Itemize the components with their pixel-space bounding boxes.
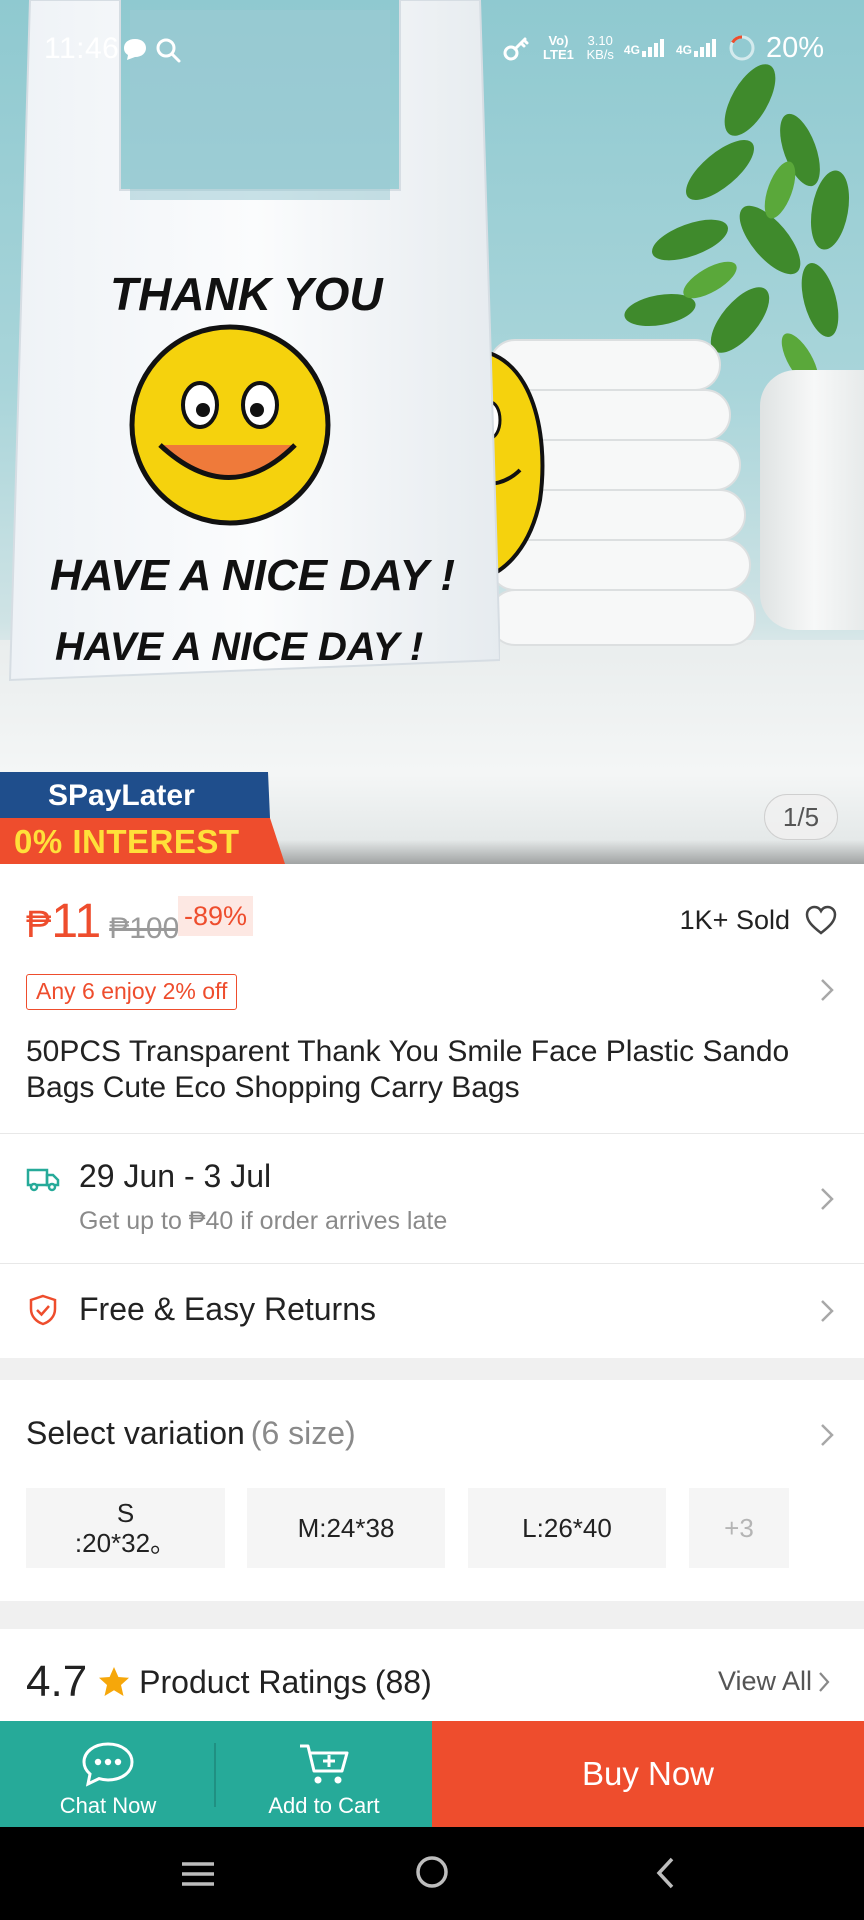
spaylater-badge: SPayLater 0% INTEREST xyxy=(0,772,285,864)
variation-option-m[interactable]: M:24*38 xyxy=(247,1488,445,1568)
variation-option-l[interactable]: L:26*40 xyxy=(468,1488,666,1568)
search-icon xyxy=(156,38,181,63)
bag-stack-illustration xyxy=(470,339,756,646)
sold-row: 1K+ Sold xyxy=(680,904,838,936)
chevron-right-icon[interactable] xyxy=(819,977,835,1003)
key-icon xyxy=(503,37,529,61)
price-currency: ₱ xyxy=(26,904,52,946)
paylater-offer: 0% INTEREST xyxy=(14,823,240,860)
chevron-right-icon xyxy=(819,1671,830,1692)
speed-value: 3.10 xyxy=(587,33,613,48)
svg-text:HAVE A NICE DAY !: HAVE A NICE DAY ! xyxy=(55,625,423,669)
variation-count: (6 size) xyxy=(250,1415,356,1451)
view-all-link[interactable]: View All xyxy=(718,1666,830,1697)
star-icon xyxy=(99,1667,130,1696)
plant-pot xyxy=(760,370,864,630)
product-image-carousel[interactable]: THANK YOU HAVE A NICE DAY ! HAVE A NICE … xyxy=(0,0,864,864)
divider xyxy=(0,1133,864,1134)
image-counter: 1/5 xyxy=(764,794,838,840)
chat-now-label: Chat Now xyxy=(59,1793,157,1818)
svg-text:HAVE A NICE DAY !: HAVE A NICE DAY ! xyxy=(50,551,455,600)
svg-text:THANK YOU: THANK YOU xyxy=(110,268,384,320)
variation-title: Select variation xyxy=(26,1415,245,1451)
paylater-brand: SPayLater xyxy=(48,779,195,812)
battery-percent: 20% xyxy=(765,31,824,64)
section-gap xyxy=(0,1601,864,1629)
action-separator xyxy=(214,1743,216,1807)
truck-icon xyxy=(26,1168,60,1192)
delivery-late-note: Get up to ₱40 if order arrives late xyxy=(79,1207,448,1235)
signal-1: 4G xyxy=(624,39,666,57)
promo-tag[interactable]: Any 6 enjoy 2% off xyxy=(26,974,238,1010)
back-icon[interactable] xyxy=(654,1856,676,1890)
status-time: 11:46 xyxy=(44,32,120,65)
signal-2: 4G xyxy=(676,39,718,57)
chat-icon xyxy=(82,1742,134,1787)
chat-now-button[interactable]: Chat Now xyxy=(0,1721,216,1827)
speed-unit: KB/s xyxy=(586,47,614,62)
variation-more-button[interactable]: +3 xyxy=(689,1488,789,1568)
system-navigation-bar xyxy=(0,1827,864,1920)
chevron-right-icon[interactable] xyxy=(819,1422,835,1448)
signal-bars-icon xyxy=(693,39,716,57)
status-bar: 11:46 Vo) LTE1 3.10 KB/s 4G 4G 20% xyxy=(0,0,864,98)
sold-count: 1K+ Sold xyxy=(679,904,790,935)
battery-icon xyxy=(729,35,755,61)
network-label: Vo) LTE1 xyxy=(543,33,574,62)
signal-1-label: 4G xyxy=(623,43,640,57)
bag-illustration: THANK YOU HAVE A NICE DAY ! HAVE A NICE … xyxy=(8,0,500,682)
rating-score: 4.7 xyxy=(26,1657,88,1706)
signal-bars-icon xyxy=(641,39,664,57)
action-group: Chat Now Add to Cart xyxy=(0,1721,432,1827)
discount-badge: -89% xyxy=(178,896,254,936)
signal-2-label: 4G xyxy=(675,43,692,57)
price-value: 11 xyxy=(51,895,102,948)
buy-now-button[interactable]: Buy Now xyxy=(432,1721,864,1827)
view-all-label: View All xyxy=(717,1666,812,1696)
add-to-cart-button[interactable]: Add to Cart xyxy=(216,1721,432,1827)
shield-check-icon xyxy=(29,1294,57,1326)
delivery-dates: 29 Jun - 3 Jul xyxy=(79,1158,272,1194)
add-to-cart-label: Add to Cart xyxy=(268,1793,380,1818)
ratings-count: (88) xyxy=(374,1663,432,1700)
product-title: 50PCS Transparent Thank You Smile Face P… xyxy=(26,1035,790,1104)
section-gap xyxy=(0,1358,864,1380)
chevron-right-icon[interactable] xyxy=(819,1298,835,1324)
variation-title-row: Select variation (6 size) xyxy=(26,1415,356,1452)
ratings-row: 4.7 Product Ratings (88) xyxy=(26,1652,432,1712)
speed-indicator: 3.10 KB/s xyxy=(586,34,613,62)
returns-label: Free & Easy Returns xyxy=(79,1291,376,1327)
price-row: ₱11 ₱100 xyxy=(26,890,179,950)
bottom-action-bar: Chat Now Add to Cart Buy Now xyxy=(0,1721,864,1827)
cart-icon xyxy=(300,1744,349,1784)
home-circle-icon[interactable] xyxy=(414,1854,450,1890)
current-price: ₱11 xyxy=(26,897,101,950)
ratings-label: Product Ratings xyxy=(139,1663,367,1700)
menu-icon[interactable] xyxy=(180,1860,216,1888)
variation-option-s[interactable]: S :20*32。 xyxy=(26,1488,225,1568)
divider xyxy=(0,1263,864,1264)
status-indicators: Vo) LTE1 3.10 KB/s 4G 4G 20% xyxy=(502,30,824,66)
chat-bubble-icon xyxy=(124,39,146,60)
original-price: ₱100 xyxy=(109,912,180,945)
chevron-right-icon[interactable] xyxy=(819,1186,835,1212)
heart-icon[interactable] xyxy=(804,904,838,936)
